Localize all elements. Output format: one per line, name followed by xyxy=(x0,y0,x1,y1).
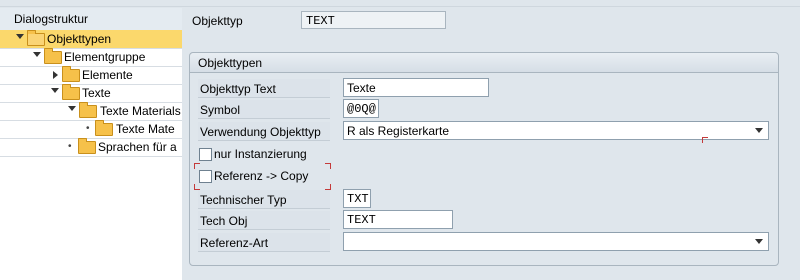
focus-corner-top-left xyxy=(194,163,200,169)
objekttypen-group: Objekttypen Objekttyp Text Texte Symbol … xyxy=(189,52,779,266)
tree-item-label: Elementgruppe xyxy=(64,50,146,64)
tree-item-texte[interactable]: Texte xyxy=(0,84,182,103)
tree-item-label: Elemente xyxy=(82,68,133,82)
bullet-icon: • xyxy=(86,123,90,134)
referenz-art-label-cell: Referenz-Art xyxy=(198,233,330,252)
expand-down-icon[interactable] xyxy=(33,52,41,57)
folder-icon xyxy=(62,66,80,82)
tree-item-label: Sprachen für a xyxy=(98,140,177,154)
symbol-label: Symbol xyxy=(200,103,241,117)
focus-corner-top-right xyxy=(325,163,331,169)
folder-icon xyxy=(44,48,62,64)
splitter[interactable] xyxy=(182,8,188,280)
technischer-typ-label-cell: Technischer Typ xyxy=(198,190,330,209)
tree-item-texte-mate[interactable]: • Texte Mate xyxy=(0,120,182,139)
tech-obj-label-cell: Tech Obj xyxy=(198,211,330,230)
folder-open-icon xyxy=(27,30,45,46)
folder-icon xyxy=(78,138,96,154)
tree-item-label: Objekttypen xyxy=(47,32,112,46)
referenz-art-label: Referenz-Art xyxy=(200,236,269,250)
symbol-input[interactable]: @0Q@ xyxy=(343,99,379,118)
objekttyp-text-label-cell: Objekttyp Text xyxy=(198,79,330,98)
tree-item-label: Texte xyxy=(82,86,111,100)
tech-obj-input[interactable]: TEXT xyxy=(343,210,453,229)
dialog-structure-panel: Dialogstruktur Objekttypen Elementgruppe… xyxy=(0,8,183,280)
expand-down-icon[interactable] xyxy=(16,34,24,39)
verwendung-label: Verwendung Objekttyp xyxy=(200,125,321,139)
technischer-typ-label: Technischer Typ xyxy=(200,193,287,207)
tree-item-label: Texte Mate xyxy=(116,122,175,136)
tree-item-objekttypen[interactable]: Objekttypen xyxy=(0,30,182,49)
tree-item-sprachen[interactable]: • Sprachen für a xyxy=(0,138,182,157)
nur-instanzierung-label: nur Instanzierung xyxy=(214,147,307,161)
bullet-icon: • xyxy=(68,141,72,152)
expand-down-icon[interactable] xyxy=(68,106,76,111)
objekttyp-field[interactable]: TEXT xyxy=(301,11,446,29)
referenz-art-select[interactable] xyxy=(343,232,769,251)
objekttyp-text-label: Objekttyp Text xyxy=(200,82,276,96)
top-strip xyxy=(0,0,800,7)
nur-instanzierung-checkbox[interactable] xyxy=(199,148,212,161)
expand-down-icon[interactable] xyxy=(51,88,59,93)
verwendung-value: R als Registerkarte xyxy=(347,124,450,138)
tree-item-elementgruppe[interactable]: Elementgruppe xyxy=(0,48,182,67)
tree-header-title: Dialogstruktur xyxy=(14,12,89,26)
error-marker-icon xyxy=(702,137,708,143)
group-title: Objekttypen xyxy=(198,56,263,70)
folder-icon xyxy=(95,120,113,136)
verwendung-label-cell: Verwendung Objekttyp xyxy=(198,122,330,141)
expand-right-icon[interactable] xyxy=(53,71,58,79)
tech-obj-label: Tech Obj xyxy=(200,214,248,228)
technischer-typ-input[interactable]: TXT xyxy=(343,189,371,208)
folder-icon xyxy=(79,102,97,118)
objekttyp-text-input[interactable]: Texte xyxy=(343,78,489,97)
tree-item-label: Texte Materials xyxy=(100,104,181,118)
dropdown-arrow-icon[interactable] xyxy=(755,239,763,244)
tree-item-elemente[interactable]: Elemente xyxy=(0,66,182,85)
objekttyp-label: Objekttyp xyxy=(192,14,243,28)
dropdown-arrow-icon[interactable] xyxy=(755,128,763,133)
symbol-label-cell: Symbol xyxy=(198,100,330,119)
referenz-copy-checkbox[interactable] xyxy=(199,170,212,183)
tree-item-texte-materials[interactable]: Texte Materials xyxy=(0,102,182,121)
tree-header: Dialogstruktur xyxy=(0,8,182,31)
folder-icon xyxy=(62,84,80,100)
referenz-copy-label: Referenz -> Copy xyxy=(214,169,309,183)
group-title-bar: Objekttypen xyxy=(190,53,778,73)
